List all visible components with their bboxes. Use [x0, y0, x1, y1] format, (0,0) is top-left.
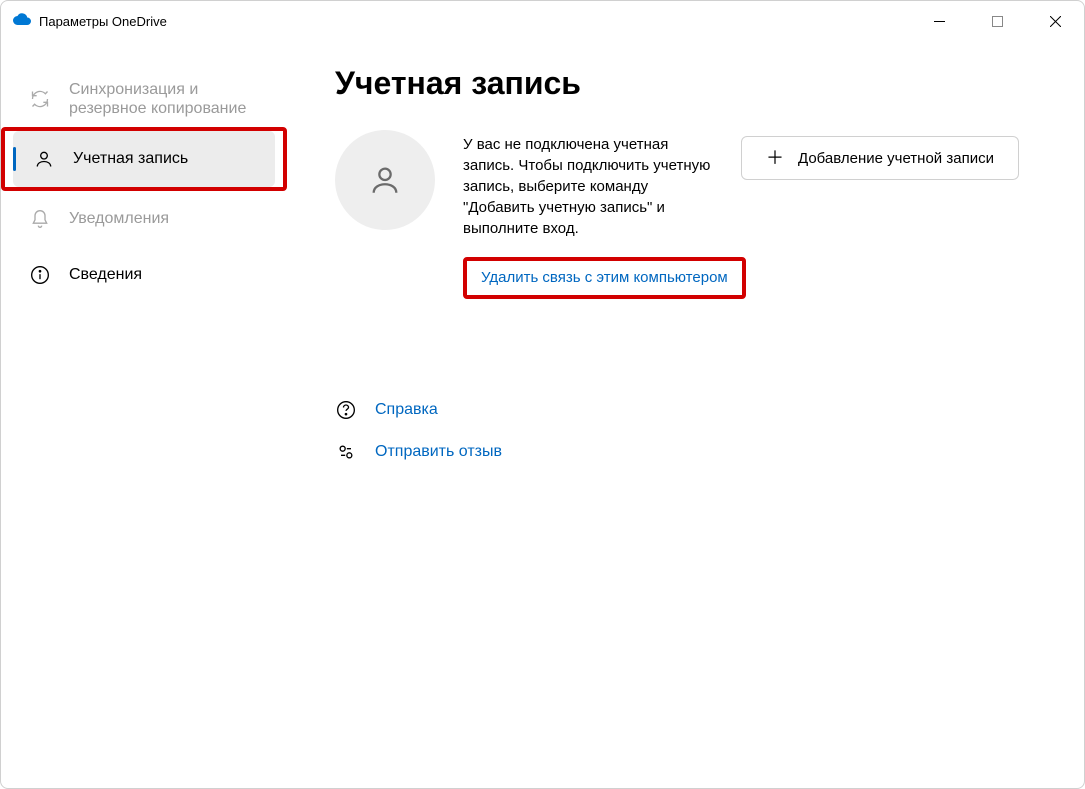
bell-icon — [29, 208, 51, 230]
sidebar-item-sync: Синхронизация и резервное копирование — [1, 71, 291, 127]
account-message-block: У вас не подключена учетная запись. Чтоб… — [463, 130, 713, 239]
maximize-button[interactable] — [968, 1, 1026, 41]
sync-icon — [29, 88, 51, 110]
info-icon — [29, 264, 51, 286]
unlink-pc-link[interactable]: Удалить связь с этим компьютером — [481, 269, 728, 286]
account-row: У вас не подключена учетная запись. Чтоб… — [335, 130, 1036, 239]
sidebar-item-about[interactable]: Сведения — [1, 247, 291, 303]
help-section: Справка Отправить отзыв — [335, 389, 1036, 473]
onedrive-cloud-icon — [13, 12, 31, 30]
page-title: Учетная запись — [335, 65, 1036, 102]
titlebar: Параметры OneDrive — [1, 1, 1084, 41]
account-message: У вас не подключена учетная запись. Чтоб… — [463, 134, 713, 239]
unlink-highlight: Удалить связь с этим компьютером — [463, 257, 746, 299]
minimize-button[interactable] — [910, 1, 968, 41]
sidebar-item-account[interactable]: Учетная запись — [13, 131, 275, 187]
window-controls — [910, 1, 1084, 41]
main-content: Учетная запись У вас не подключена учетн… — [291, 41, 1084, 788]
sidebar-item-label: Синхронизация и резервное копирование — [69, 80, 246, 118]
sidebar-item-label: Сведения — [69, 265, 142, 284]
help-icon — [335, 399, 357, 421]
feedback-link-row[interactable]: Отправить отзыв — [335, 431, 1036, 473]
avatar — [335, 130, 435, 230]
feedback-icon — [335, 441, 357, 463]
person-icon — [33, 148, 55, 170]
sidebar-item-notifications: Уведомления — [1, 191, 291, 247]
feedback-label: Отправить отзыв — [375, 443, 502, 461]
add-account-button[interactable]: ＋ Добавление учетной записи — [741, 136, 1019, 180]
help-link-row[interactable]: Справка — [335, 389, 1036, 431]
add-account-label: Добавление учетной записи — [798, 150, 994, 167]
sidebar-item-label: Уведомления — [69, 209, 169, 228]
window-title: Параметры OneDrive — [39, 14, 167, 29]
help-label: Справка — [375, 401, 438, 419]
plus-icon: ＋ — [766, 149, 784, 167]
close-button[interactable] — [1026, 1, 1084, 41]
titlebar-left: Параметры OneDrive — [13, 12, 910, 30]
sidebar: Синхронизация и резервное копирование Уч… — [1, 41, 291, 788]
sidebar-item-label: Учетная запись — [73, 149, 188, 168]
